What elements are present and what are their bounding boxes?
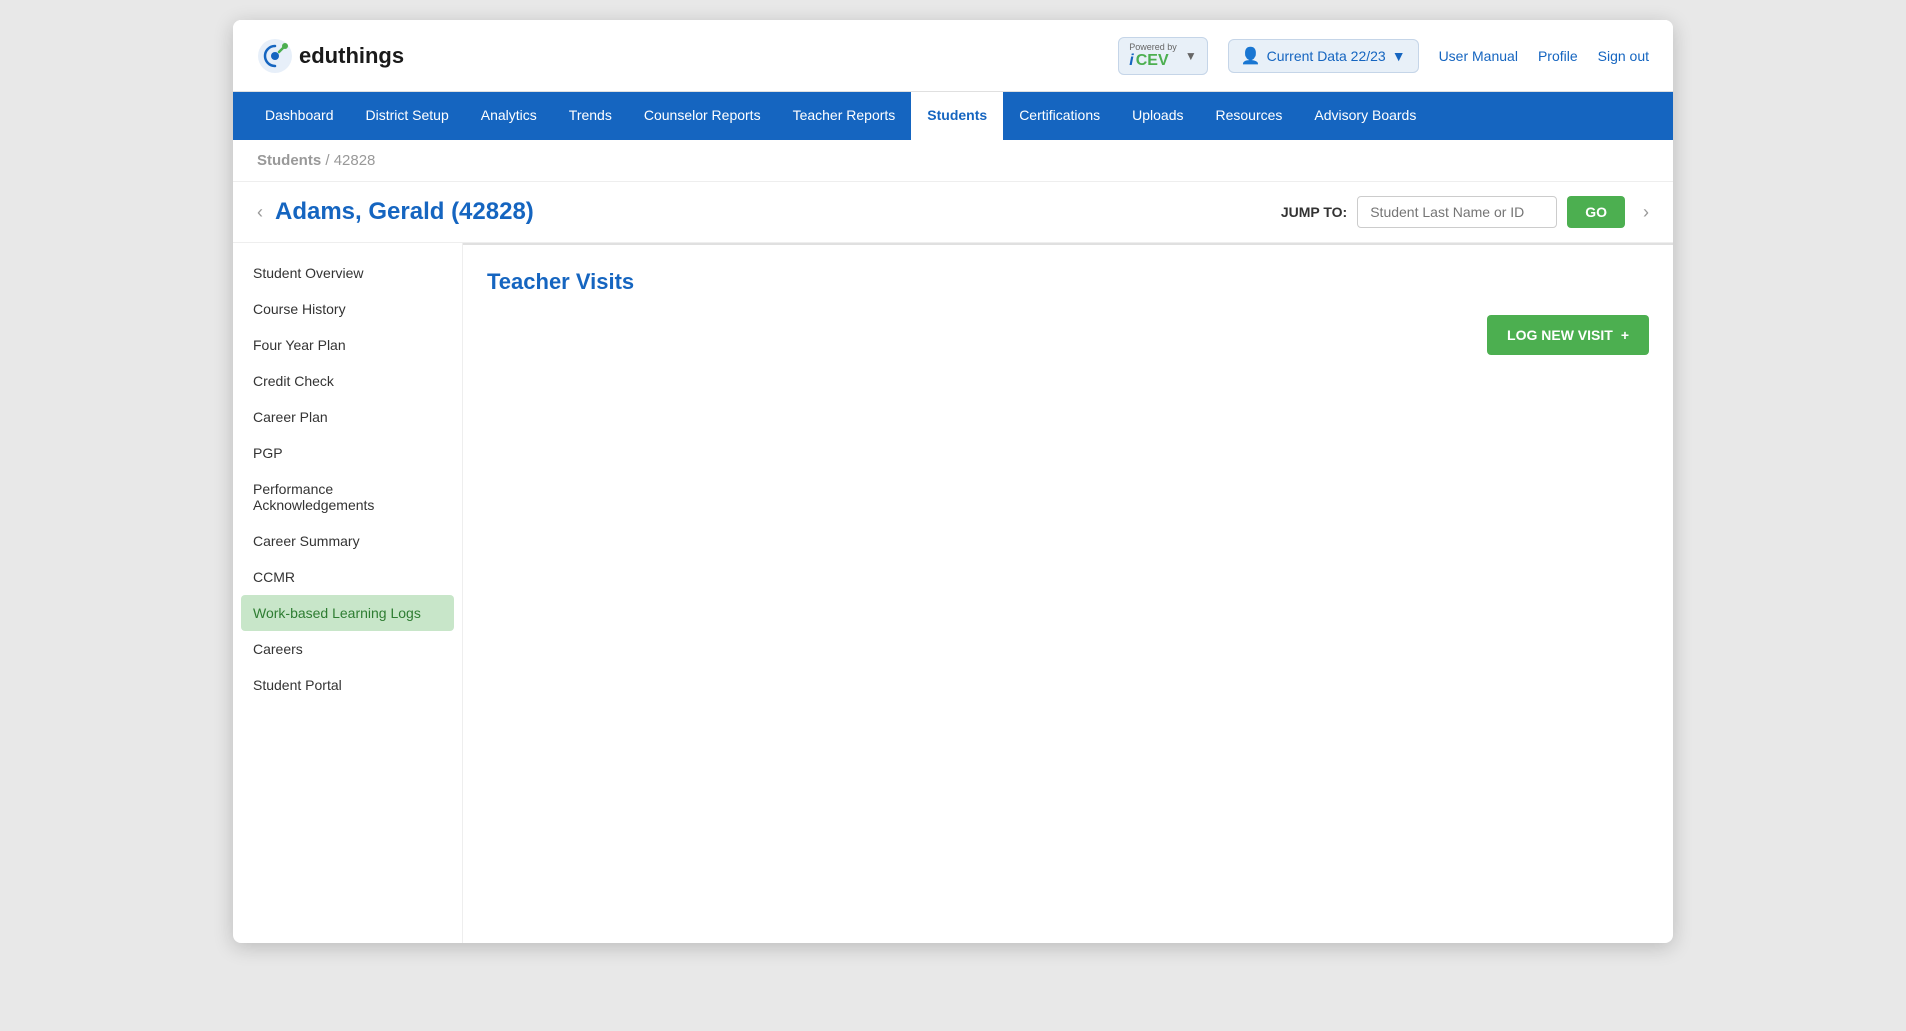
sidebar-item-performance-acknowledgements[interactable]: Performance Acknowledgements bbox=[233, 471, 462, 523]
jump-to-input[interactable] bbox=[1357, 196, 1557, 228]
breadcrumb-id: 42828 bbox=[334, 152, 376, 169]
panel-title: Teacher Visits bbox=[487, 269, 1649, 295]
cev-logo-text: CEV bbox=[1136, 52, 1169, 70]
nav-item-trends[interactable]: Trends bbox=[553, 92, 628, 140]
nav-item-advisory-boards[interactable]: Advisory Boards bbox=[1298, 92, 1432, 140]
breadcrumb-section[interactable]: Students bbox=[257, 152, 321, 169]
back-arrow-icon[interactable]: ‹ bbox=[257, 202, 263, 223]
sidebar-item-student-overview[interactable]: Student Overview bbox=[233, 255, 462, 291]
breadcrumb: Students / 42828 bbox=[233, 140, 1673, 182]
nav-item-uploads[interactable]: Uploads bbox=[1116, 92, 1199, 140]
nav-item-certifications[interactable]: Certifications bbox=[1003, 92, 1116, 140]
breadcrumb-separator: / bbox=[325, 152, 333, 169]
cev-powered-label: Powered by bbox=[1129, 42, 1177, 52]
nav-item-district-setup[interactable]: District Setup bbox=[350, 92, 465, 140]
main-panel: Teacher Visits LOG NEW VISIT + bbox=[463, 243, 1673, 943]
student-header: ‹ Adams, Gerald (42828) JUMP TO: GO › bbox=[233, 182, 1673, 243]
logo-text: eduthings bbox=[299, 43, 404, 69]
log-new-visit-label: LOG NEW VISIT bbox=[1507, 327, 1613, 343]
nav-item-dashboard[interactable]: Dashboard bbox=[249, 92, 350, 140]
next-arrow-icon[interactable]: › bbox=[1643, 202, 1649, 223]
sidebar-item-pgp[interactable]: PGP bbox=[233, 435, 462, 471]
sidebar-item-student-portal[interactable]: Student Portal bbox=[233, 667, 462, 703]
current-data-selector[interactable]: 👤 Current Data 22/23 ▼ bbox=[1228, 39, 1419, 73]
current-data-arrow: ▼ bbox=[1392, 48, 1406, 64]
sidebar-item-career-plan[interactable]: Career Plan bbox=[233, 399, 462, 435]
sidebar-item-careers[interactable]: Careers bbox=[233, 631, 462, 667]
sidebar-item-four-year-plan[interactable]: Four Year Plan bbox=[233, 327, 462, 363]
jump-to-label: JUMP TO: bbox=[1281, 204, 1347, 220]
log-new-visit-button[interactable]: LOG NEW VISIT + bbox=[1487, 315, 1649, 355]
current-data-label: Current Data 22/23 bbox=[1267, 48, 1386, 64]
sidebar-item-credit-check[interactable]: Credit Check bbox=[233, 363, 462, 399]
nav-item-teacher-reports[interactable]: Teacher Reports bbox=[777, 92, 912, 140]
user-manual-link[interactable]: User Manual bbox=[1439, 48, 1518, 64]
sign-out-link[interactable]: Sign out bbox=[1598, 48, 1649, 64]
sidebar-item-ccmr[interactable]: CCMR bbox=[233, 559, 462, 595]
profile-link[interactable]: Profile bbox=[1538, 48, 1578, 64]
student-sidebar: Student OverviewCourse HistoryFour Year … bbox=[233, 243, 463, 943]
cev-badge[interactable]: Powered by i CEV ▼ bbox=[1118, 37, 1207, 75]
nav-item-analytics[interactable]: Analytics bbox=[465, 92, 553, 140]
cev-dropdown-icon: ▼ bbox=[1185, 49, 1197, 63]
cev-logo-i: i bbox=[1129, 52, 1133, 70]
main-nav: DashboardDistrict SetupAnalyticsTrendsCo… bbox=[233, 92, 1673, 140]
go-button[interactable]: GO bbox=[1567, 196, 1625, 228]
app-logo[interactable]: eduthings bbox=[257, 38, 404, 74]
nav-item-students[interactable]: Students bbox=[911, 92, 1003, 140]
sidebar-item-career-summary[interactable]: Career Summary bbox=[233, 523, 462, 559]
student-name: Adams, Gerald (42828) bbox=[275, 198, 1281, 226]
sidebar-item-course-history[interactable]: Course History bbox=[233, 291, 462, 327]
sidebar-item-work-based-learning-logs[interactable]: Work-based Learning Logs bbox=[241, 595, 454, 631]
nav-item-resources[interactable]: Resources bbox=[1199, 92, 1298, 140]
nav-item-counselor-reports[interactable]: Counselor Reports bbox=[628, 92, 777, 140]
log-new-visit-icon: + bbox=[1621, 327, 1629, 343]
